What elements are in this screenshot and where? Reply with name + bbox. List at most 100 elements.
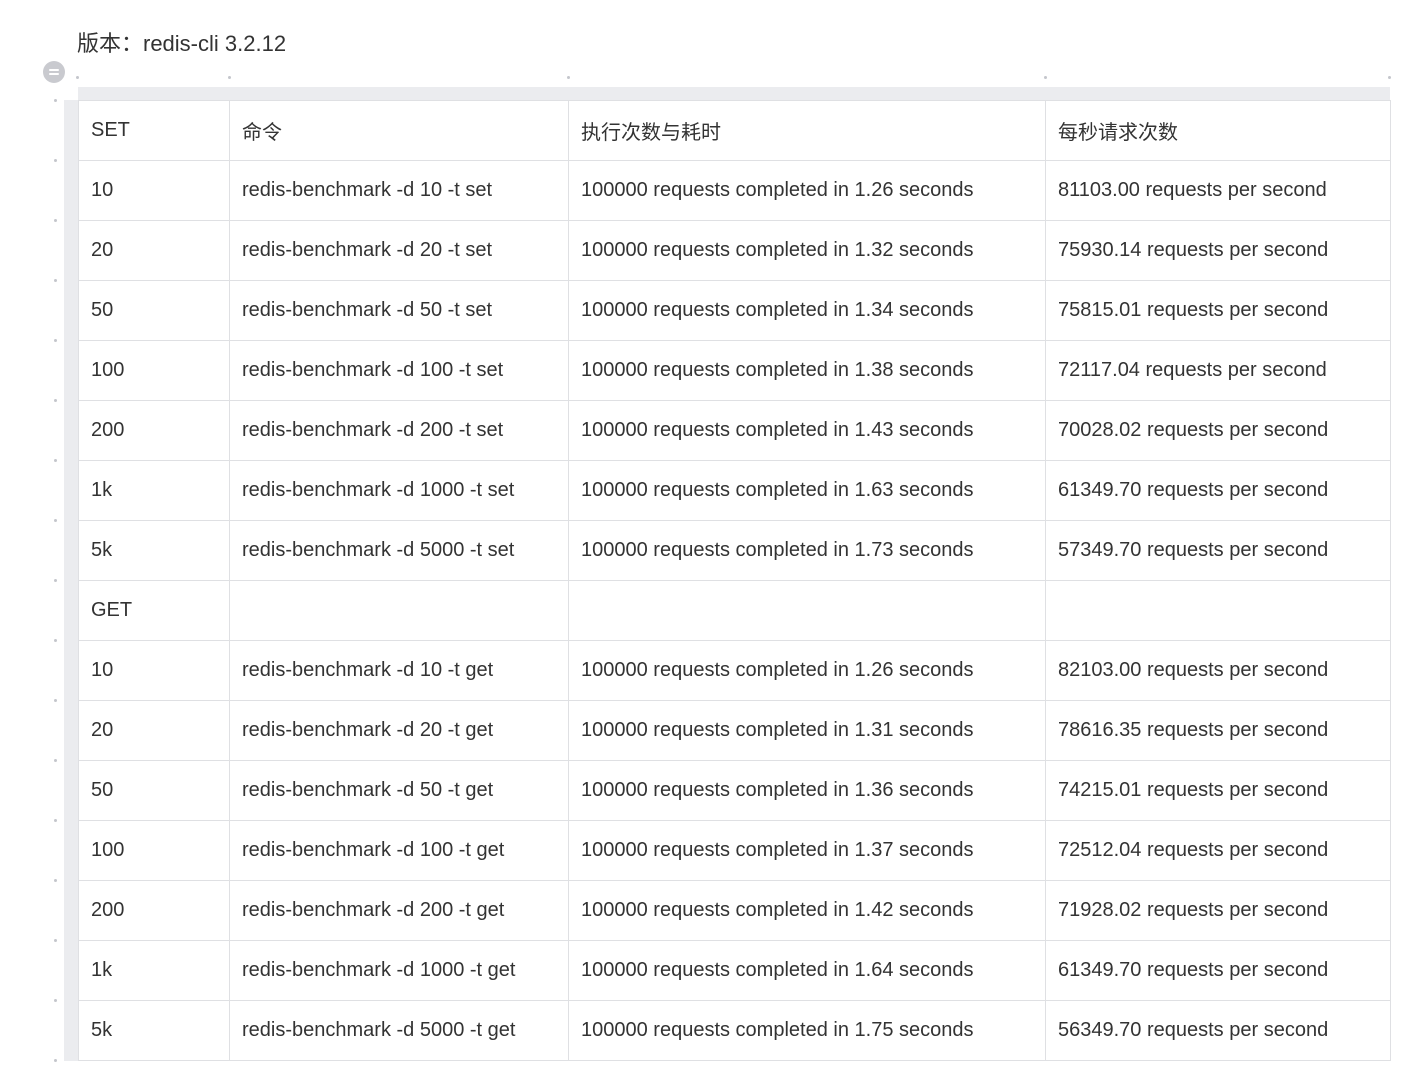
cell-rps[interactable]: 56349.70 requests per second: [1045, 1000, 1391, 1061]
cell-count-time[interactable]: [568, 580, 1046, 641]
cell-size[interactable]: 20: [78, 700, 230, 761]
cell-rps[interactable]: 81103.00 requests per second: [1045, 160, 1391, 221]
table-row: 5k redis-benchmark -d 5000 -t set 100000 r…: [78, 520, 1391, 581]
cell-rps[interactable]: 74215.01 requests per second: [1045, 760, 1391, 821]
row-insert-dot[interactable]: [54, 339, 57, 342]
row-insert-dot[interactable]: [54, 279, 57, 282]
cell-count-time[interactable]: 100000 requests completed in 1.26 second…: [568, 640, 1046, 701]
row-insert-dot[interactable]: [54, 519, 57, 522]
header-cell-size[interactable]: SET: [78, 100, 230, 161]
row-insert-dot[interactable]: [54, 99, 57, 102]
cell-command[interactable]: redis-benchmark -d 10 -t set: [229, 160, 569, 221]
table-row: GET: [78, 580, 1391, 641]
header-cell-count-time[interactable]: 执行次数与耗时: [568, 100, 1046, 161]
header-cell-rps[interactable]: 每秒请求次数: [1045, 100, 1391, 161]
cell-command[interactable]: redis-benchmark -d 50 -t get: [229, 760, 569, 821]
cell-size[interactable]: 10: [78, 640, 230, 701]
table-row: 100 redis-benchmark -d 100 -t get 100000 r…: [78, 820, 1391, 881]
row-insert-dot[interactable]: [54, 759, 57, 762]
cell-command[interactable]: [229, 580, 569, 641]
row-insert-dot[interactable]: [54, 699, 57, 702]
cell-rps[interactable]: 78616.35 requests per second: [1045, 700, 1391, 761]
row-insert-dot[interactable]: [54, 219, 57, 222]
cell-count-time[interactable]: 100000 requests completed in 1.32 second…: [568, 220, 1046, 281]
column-insert-dot[interactable]: [228, 76, 231, 79]
row-insert-dot[interactable]: [54, 159, 57, 162]
cell-count-time[interactable]: 100000 requests completed in 1.26 second…: [568, 160, 1046, 221]
cell-size[interactable]: 1k: [78, 940, 230, 1001]
cell-command[interactable]: redis-benchmark -d 5000 -t get: [229, 1000, 569, 1061]
cell-size[interactable]: 200: [78, 400, 230, 461]
cell-size[interactable]: 200: [78, 880, 230, 941]
cell-rps[interactable]: 57349.70 requests per second: [1045, 520, 1391, 581]
table-body: SET 命令 执行次数与耗时 每秒请求次数 10 redis-benchmark …: [78, 100, 1391, 1061]
column-insert-dot[interactable]: [1044, 76, 1047, 79]
row-insert-dot[interactable]: [54, 999, 57, 1002]
row-insert-dot[interactable]: [54, 399, 57, 402]
cell-rps[interactable]: 61349.70 requests per second: [1045, 940, 1391, 1001]
table-row: 5k redis-benchmark -d 5000 -t get 100000 r…: [78, 1000, 1391, 1061]
cell-rps[interactable]: 71928.02 requests per second: [1045, 880, 1391, 941]
cell-count-time[interactable]: 100000 requests completed in 1.75 second…: [568, 1000, 1046, 1061]
row-insert-dot[interactable]: [54, 579, 57, 582]
cell-count-time[interactable]: 100000 requests completed in 1.37 second…: [568, 820, 1046, 881]
cell-count-time[interactable]: 100000 requests completed in 1.64 second…: [568, 940, 1046, 1001]
column-insert-dot[interactable]: [76, 76, 79, 79]
table-row: 100 redis-benchmark -d 100 -t set 100000 r…: [78, 340, 1391, 401]
header-cell-command[interactable]: 命令: [229, 100, 569, 161]
cell-rps[interactable]: 61349.70 requests per second: [1045, 460, 1391, 521]
row-insert-dot[interactable]: [54, 879, 57, 882]
cell-rps[interactable]: 82103.00 requests per second: [1045, 640, 1391, 701]
cell-count-time[interactable]: 100000 requests completed in 1.31 second…: [568, 700, 1046, 761]
row-insert-dot[interactable]: [54, 639, 57, 642]
table-header-row: SET 命令 执行次数与耗时 每秒请求次数: [78, 100, 1391, 161]
cell-size[interactable]: 20: [78, 220, 230, 281]
cell-command[interactable]: redis-benchmark -d 20 -t get: [229, 700, 569, 761]
row-insert-dot[interactable]: [54, 939, 57, 942]
cell-rps[interactable]: [1045, 580, 1391, 641]
cell-command[interactable]: redis-benchmark -d 50 -t set: [229, 280, 569, 341]
cell-count-time[interactable]: 100000 requests completed in 1.42 second…: [568, 880, 1046, 941]
cell-count-time[interactable]: 100000 requests completed in 1.38 second…: [568, 340, 1046, 401]
column-selector-bar[interactable]: [78, 87, 1390, 100]
row-insert-dot[interactable]: [54, 819, 57, 822]
table-row: 1k redis-benchmark -d 1000 -t get 100000 r…: [78, 940, 1391, 1001]
cell-command[interactable]: redis-benchmark -d 5000 -t set: [229, 520, 569, 581]
cell-size[interactable]: 100: [78, 820, 230, 881]
cell-rps[interactable]: 72117.04 requests per second: [1045, 340, 1391, 401]
column-insert-dot[interactable]: [1388, 76, 1391, 79]
benchmark-table: SET 命令 执行次数与耗时 每秒请求次数 10 redis-benchmark …: [78, 100, 1391, 1061]
cell-command[interactable]: redis-benchmark -d 200 -t get: [229, 880, 569, 941]
cell-size[interactable]: 100: [78, 340, 230, 401]
cell-size[interactable]: GET: [78, 580, 230, 641]
row-selector-rail[interactable]: [64, 100, 78, 1061]
cell-rps[interactable]: 75815.01 requests per second: [1045, 280, 1391, 341]
cell-size[interactable]: 50: [78, 280, 230, 341]
cell-count-time[interactable]: 100000 requests completed in 1.36 second…: [568, 760, 1046, 821]
cell-size[interactable]: 10: [78, 160, 230, 221]
row-insert-dot[interactable]: [54, 459, 57, 462]
cell-count-time[interactable]: 100000 requests completed in 1.34 second…: [568, 280, 1046, 341]
cell-count-time[interactable]: 100000 requests completed in 1.63 second…: [568, 460, 1046, 521]
table-row: 10 redis-benchmark -d 10 -t set 100000 req…: [78, 160, 1391, 221]
cell-rps[interactable]: 75930.14 requests per second: [1045, 220, 1391, 281]
cell-command[interactable]: redis-benchmark -d 1000 -t set: [229, 460, 569, 521]
cell-command[interactable]: redis-benchmark -d 100 -t get: [229, 820, 569, 881]
cell-count-time[interactable]: 100000 requests completed in 1.73 second…: [568, 520, 1046, 581]
cell-size[interactable]: 5k: [78, 520, 230, 581]
cell-command[interactable]: redis-benchmark -d 200 -t set: [229, 400, 569, 461]
cell-size[interactable]: 1k: [78, 460, 230, 521]
cell-count-time[interactable]: 100000 requests completed in 1.43 second…: [568, 400, 1046, 461]
row-insert-dot[interactable]: [54, 1059, 57, 1062]
cell-command[interactable]: redis-benchmark -d 100 -t set: [229, 340, 569, 401]
cell-size[interactable]: 50: [78, 760, 230, 821]
cell-size[interactable]: 5k: [78, 1000, 230, 1061]
column-insert-dot[interactable]: [567, 76, 570, 79]
table-handle-icon[interactable]: [43, 61, 65, 83]
cell-command[interactable]: redis-benchmark -d 20 -t set: [229, 220, 569, 281]
table-row: 20 redis-benchmark -d 20 -t set 100000 req…: [78, 220, 1391, 281]
cell-rps[interactable]: 70028.02 requests per second: [1045, 400, 1391, 461]
cell-command[interactable]: redis-benchmark -d 1000 -t get: [229, 940, 569, 1001]
cell-rps[interactable]: 72512.04 requests per second: [1045, 820, 1391, 881]
cell-command[interactable]: redis-benchmark -d 10 -t get: [229, 640, 569, 701]
